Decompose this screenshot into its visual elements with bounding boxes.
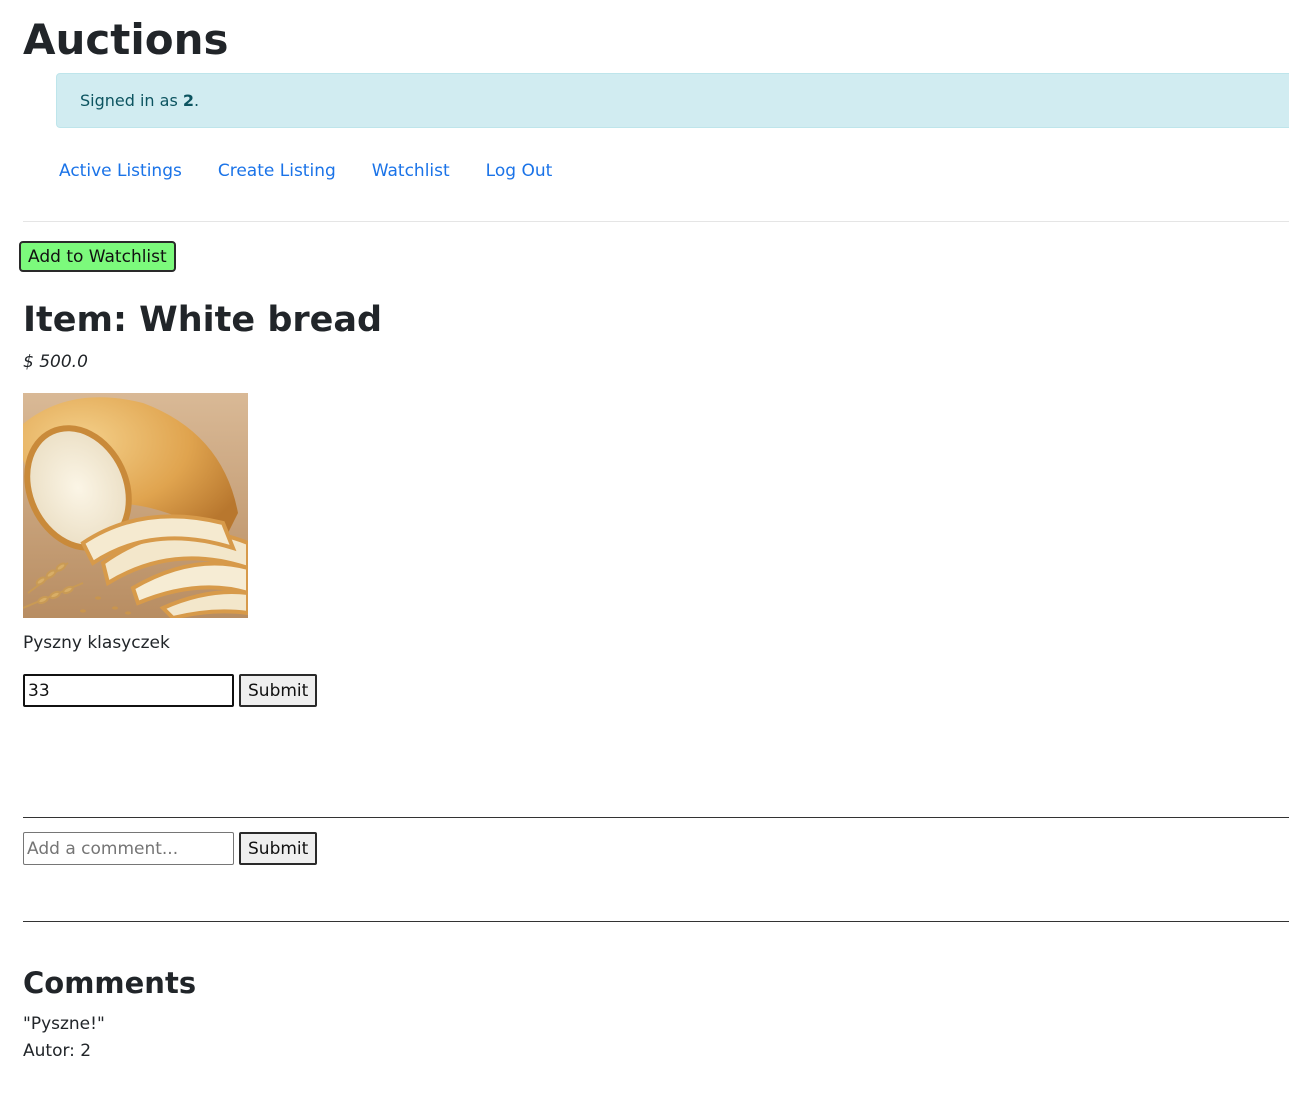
comments-title: Comments [23, 966, 197, 1000]
alert-suffix: . [194, 91, 200, 110]
nav-log-out[interactable]: Log Out [486, 157, 553, 185]
bid-submit-button[interactable]: Submit [239, 674, 318, 707]
comment-input[interactable] [23, 832, 234, 865]
comment-form: Submit [23, 832, 318, 865]
bid-form: Submit [23, 674, 318, 707]
page: Auctions Signed in as 2. Active Listings… [0, 0, 1289, 1112]
bread-image [23, 393, 248, 618]
item-description: Pyszny klasyczek [23, 633, 170, 653]
alert-prefix: Signed in as [80, 91, 183, 110]
comment-divider [23, 921, 1289, 922]
comment-submit-button[interactable]: Submit [239, 832, 318, 865]
bid-input[interactable] [23, 674, 234, 707]
alert-username: 2 [182, 91, 195, 110]
item-title: Item: White bread [23, 300, 383, 340]
nav-create-listing[interactable]: Create Listing [218, 157, 336, 185]
header-divider [23, 221, 1289, 222]
main-nav: Active Listings Create Listing Watchlist… [59, 157, 552, 185]
signed-in-alert: Signed in as 2. [56, 73, 1289, 128]
nav-watchlist[interactable]: Watchlist [372, 157, 450, 185]
comment-author: Autor: 2 [23, 1041, 92, 1061]
bid-divider [23, 817, 1289, 818]
site-title: Auctions [23, 15, 229, 64]
item-price: $ 500.0 [23, 352, 88, 372]
comment-text: "Pyszne!" [23, 1014, 105, 1034]
nav-active-listings[interactable]: Active Listings [59, 157, 182, 185]
add-to-watchlist-button[interactable]: Add to Watchlist [19, 241, 176, 272]
